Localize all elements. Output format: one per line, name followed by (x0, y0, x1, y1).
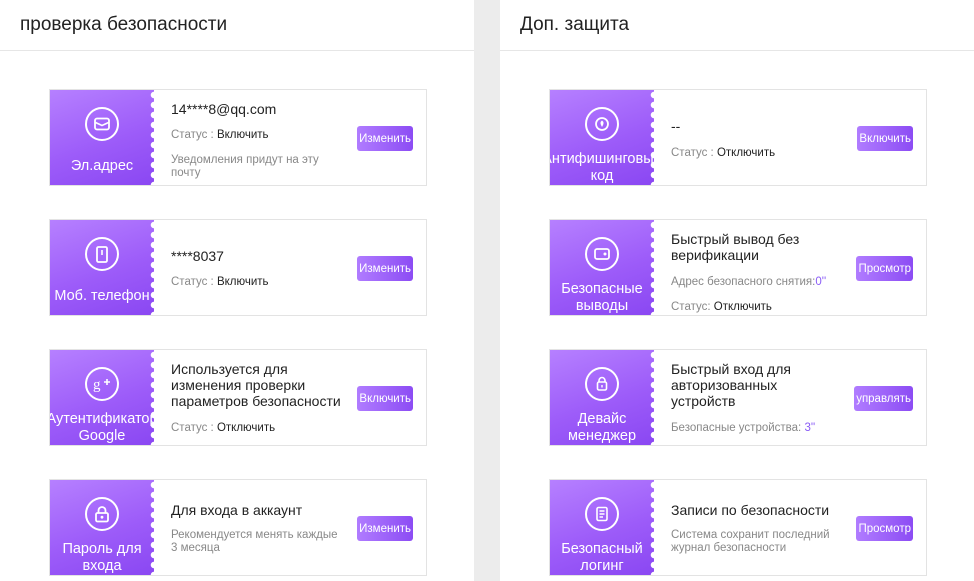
enable-anti-phishing-button[interactable]: Включить (857, 126, 913, 151)
phone-icon (85, 237, 119, 271)
envelope-icon (85, 107, 119, 141)
status-text: Статус : Включить (171, 276, 269, 289)
card-side: Девайс менеджер (550, 350, 654, 445)
enable-google-auth-button[interactable]: Включить (357, 386, 413, 411)
trusted-devices-note: Безопасные устройства: 3'' (671, 422, 861, 435)
anti-phishing-value: -- (671, 118, 681, 134)
card-label-line: входа (82, 557, 122, 574)
card-label-line: Google (78, 427, 126, 444)
card-label-line: Аутентификатор (50, 410, 154, 427)
change-password-button[interactable]: Изменить (357, 516, 413, 541)
change-phone-button[interactable]: Изменить (357, 256, 413, 281)
note-value: 0'' (815, 276, 827, 288)
svg-text:g: g (93, 377, 101, 392)
status-label: Статус : (671, 147, 714, 159)
card-label-line: Безопасный (561, 540, 643, 557)
card-label-line: менеджер (567, 427, 637, 444)
card-label-line: выводы (575, 297, 629, 314)
email-note: Уведомления придут на эту почту (171, 154, 319, 179)
status-value: Включить (216, 129, 269, 141)
lock-icon (85, 497, 119, 531)
card-side: Антифишинговый код (550, 90, 654, 185)
status-label: Статус : (171, 276, 214, 288)
security-check-panel: проверка безопасности Эл.адрес 14****8@q… (0, 0, 474, 581)
card-side: Безопасный логинг (550, 480, 654, 575)
card-side: Эл.адрес (50, 90, 154, 185)
view-security-log-button[interactable]: Просмотр (856, 516, 913, 541)
note-label: Безопасные устройства: (671, 422, 802, 434)
status-value: Отключить (713, 301, 772, 313)
device-description: Быстрый вход для авторизованных устройст… (671, 361, 791, 409)
card-label-line: код (590, 167, 614, 184)
security-log-card: Безопасный логинг Записи по безопасности… (549, 479, 927, 576)
status-value: Отключить (216, 422, 276, 434)
google-authenticator-card: g Аутентификатор Google Используется для… (49, 349, 427, 446)
panel-title: Доп. защита (500, 0, 974, 51)
google-plus-icon: g (85, 367, 119, 401)
status-label: Статус : (171, 422, 214, 434)
phone-value: ****8037 (171, 248, 224, 264)
status-text: Статус : Отключить (671, 147, 775, 160)
shield-icon (585, 107, 619, 141)
card-label: Безопасные выводы (550, 280, 654, 315)
device-manager-card: Девайс менеджер Быстрый вход для авториз… (549, 349, 927, 446)
email-card: Эл.адрес 14****8@qq.com Статус : Включит… (49, 89, 427, 186)
card-label: Девайс менеджер (550, 410, 654, 445)
security-log-description: Записи по безопасности (671, 502, 830, 518)
card-label-line: Пароль для (62, 540, 142, 557)
card-label-line: логинг (580, 557, 624, 574)
view-withdrawals-button[interactable]: Просмотр (856, 256, 913, 281)
document-icon (585, 497, 619, 531)
status-text: Статус : Отключить (171, 422, 275, 435)
card-label: Пароль для входа (50, 540, 154, 575)
note-label: Адрес безопасного снятия: (671, 276, 816, 288)
change-email-button[interactable]: Изменить (357, 126, 413, 151)
withdrawal-address-note: Адрес безопасного снятия:0'' (671, 276, 861, 289)
card-label-line: Безопасные (561, 280, 643, 297)
card-label: Антифишинговый код (550, 150, 654, 185)
security-log-note: Система сохранит последний журнал безопа… (671, 529, 830, 554)
status-value: Включить (216, 276, 269, 288)
status-value: Отключить (716, 147, 776, 159)
card-side: Безопасные выводы (550, 220, 654, 315)
safe-withdrawals-card: Безопасные выводы Быстрый вывод без вери… (549, 219, 927, 316)
wallet-icon (585, 237, 619, 271)
login-password-card: Пароль для входа Для входа в аккаунт Рек… (49, 479, 427, 576)
email-value: 14****8@qq.com (171, 101, 277, 117)
note-value: 3'' (801, 422, 816, 434)
card-side: g Аутентификатор Google (50, 350, 154, 445)
extra-protection-panel: Доп. защита Антифишинговый код -- Статус… (500, 0, 974, 581)
password-description: Для входа в аккаунт (171, 502, 303, 518)
status-text: Статус: Отключить (671, 301, 772, 314)
status-label: Статус : (171, 129, 214, 141)
google-auth-description: Используется для изменения проверки пара… (171, 361, 341, 409)
device-icon (585, 367, 619, 401)
card-label: Безопасный логинг (550, 540, 654, 575)
manage-devices-button[interactable]: управлять (854, 386, 913, 411)
panel-title: проверка безопасности (0, 0, 474, 51)
card-label-line: Девайс (577, 410, 627, 427)
card-label-line: Антифишинговый (550, 150, 654, 167)
anti-phishing-card: Антифишинговый код -- Статус : Отключить… (549, 89, 927, 186)
password-note: Рекомендуется менять каждые 3 месяца (171, 529, 338, 554)
card-side: Моб. телефон (50, 220, 154, 315)
card-label: Моб. телефон (54, 288, 150, 304)
status-label: Статус: (671, 301, 711, 313)
card-label: Эл.адрес (70, 158, 134, 174)
phone-card: Моб. телефон ****8037 Статус : Включить … (49, 219, 427, 316)
withdrawal-description: Быстрый вывод без верификации (671, 231, 800, 263)
status-text: Статус : Включить (171, 129, 269, 142)
card-side: Пароль для входа (50, 480, 154, 575)
card-label: Аутентификатор Google (50, 410, 154, 445)
